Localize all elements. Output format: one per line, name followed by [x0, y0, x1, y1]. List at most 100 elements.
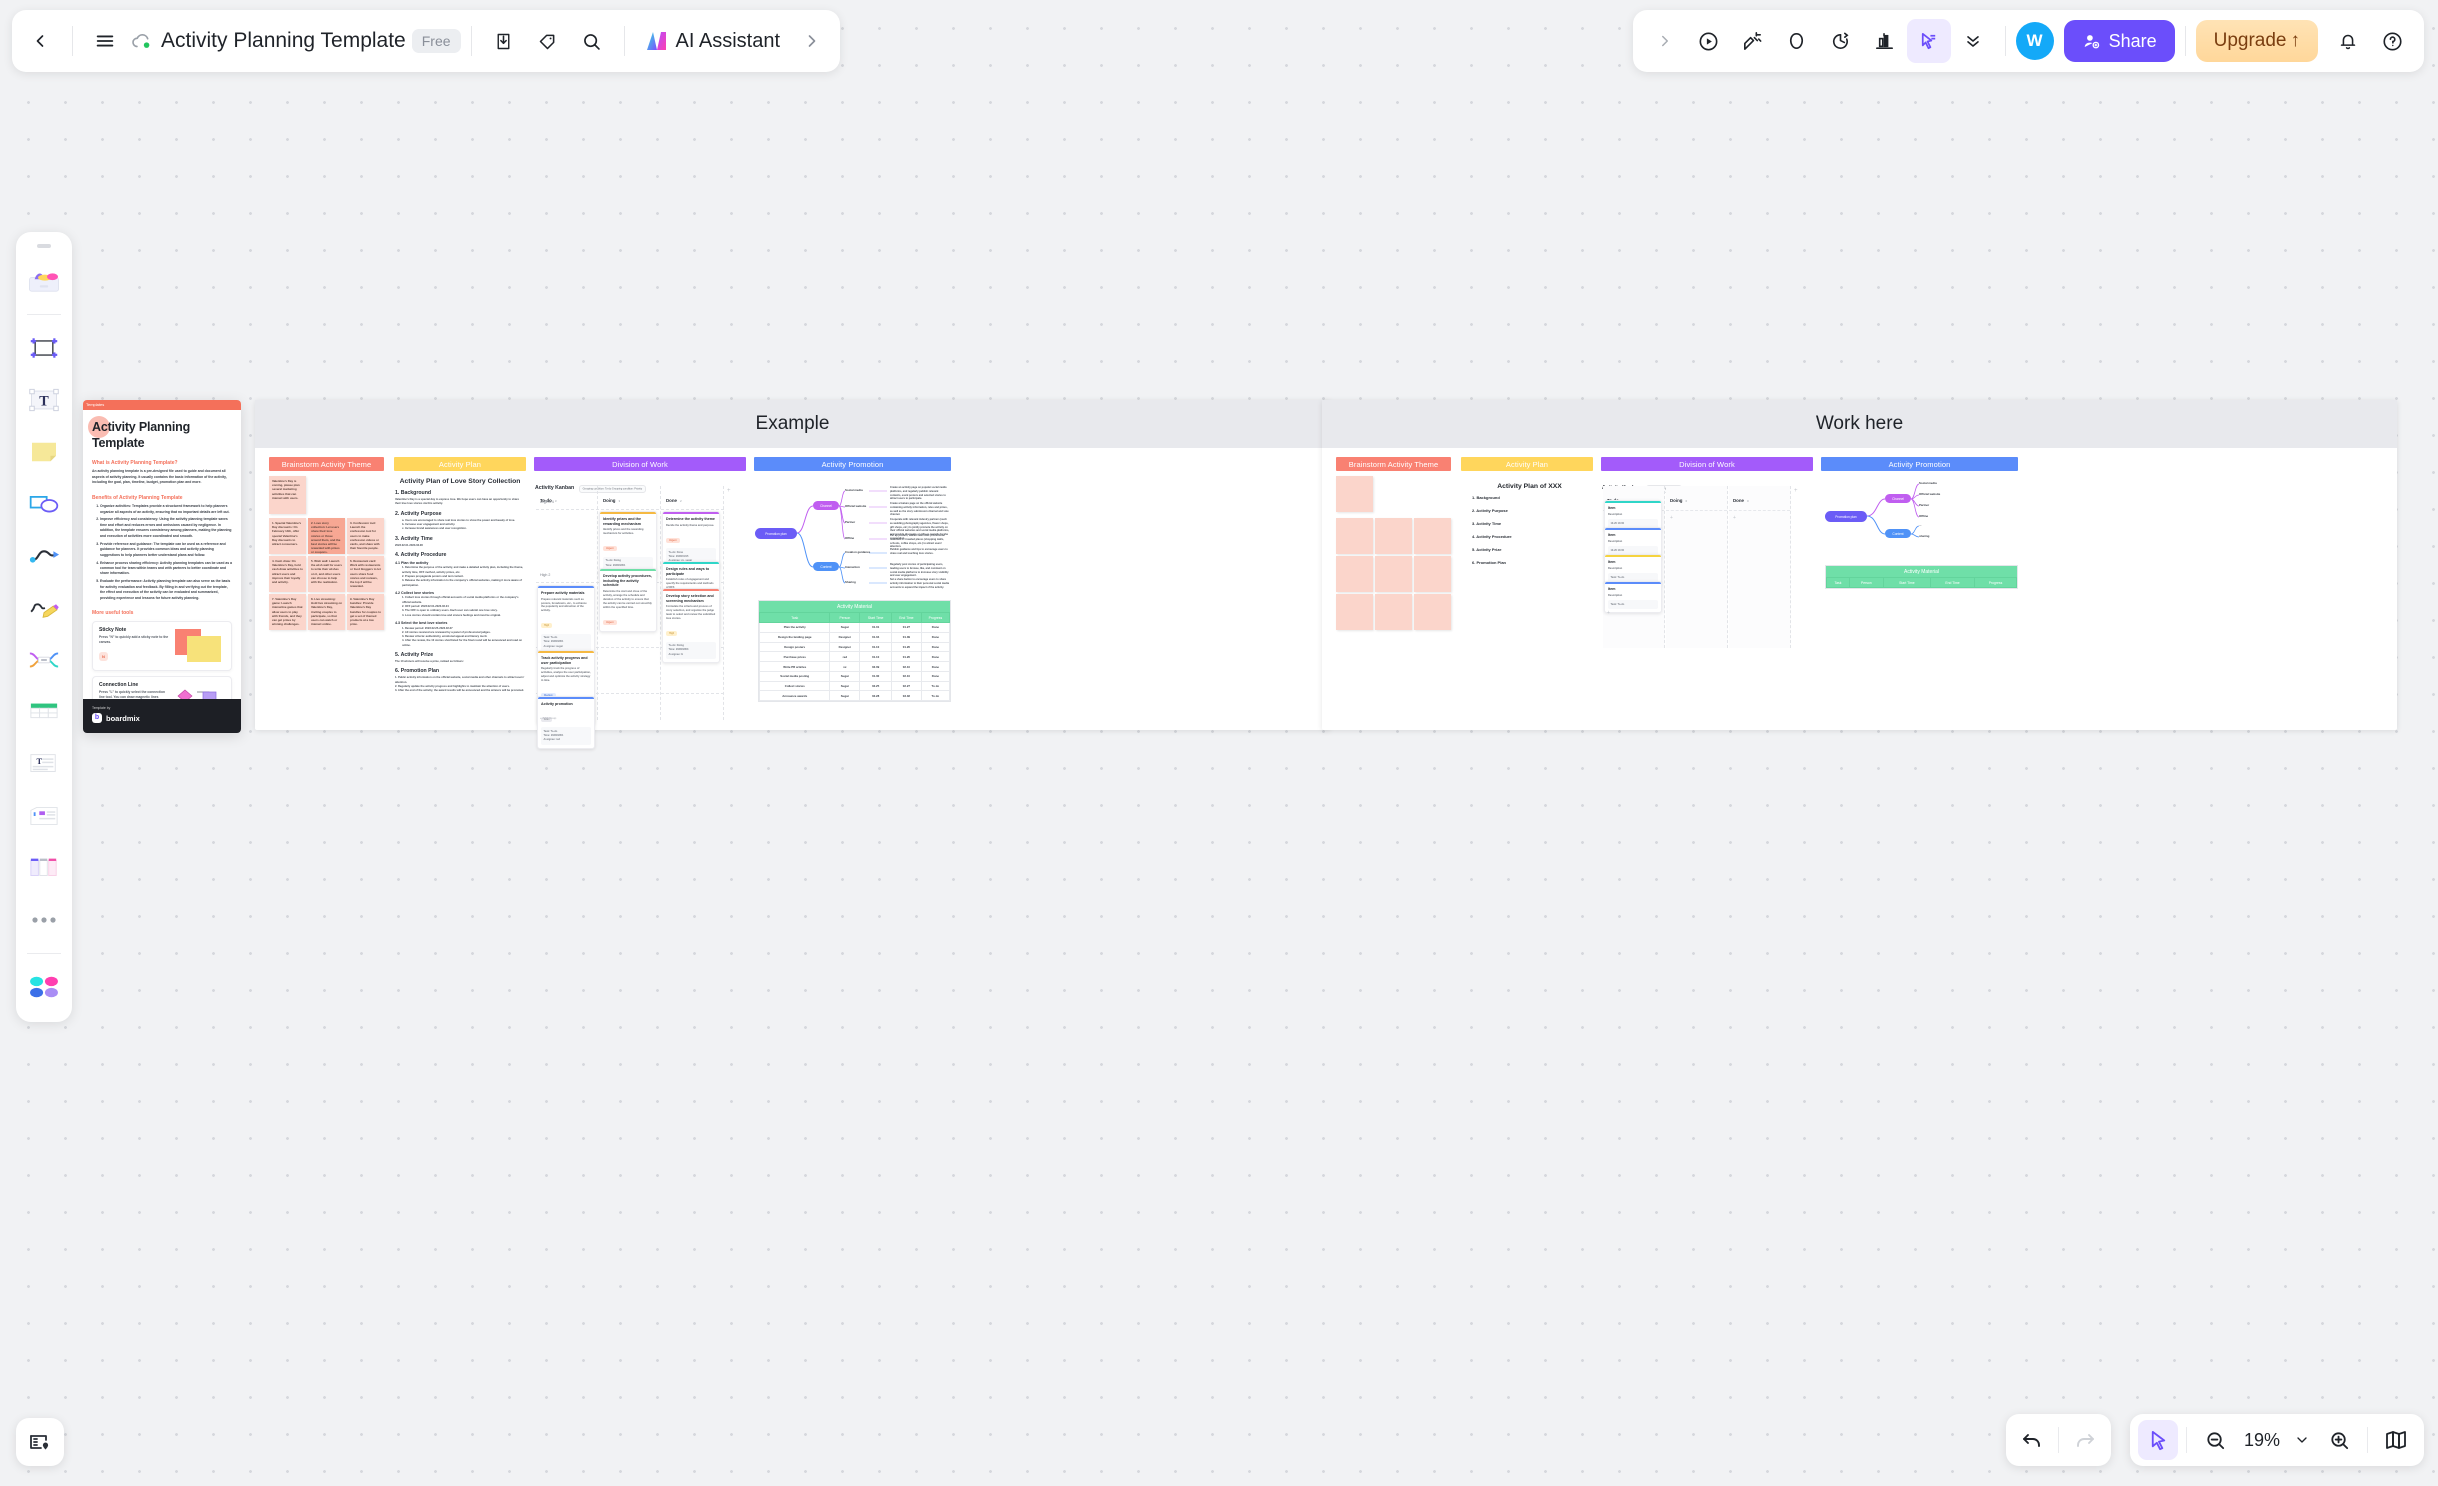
promotion-plan-mindmap[interactable]: Promotion planChannelSocial mediaCreate … [755, 476, 951, 596]
kanban-group-label[interactable]: High 2 [540, 573, 550, 577]
plan-outline-item[interactable]: 4. Activity Procedure [1472, 534, 1587, 539]
plan-outline-item[interactable]: 2. Activity Purpose [1472, 508, 1587, 513]
table-cell[interactable]: 02.27 [892, 681, 922, 691]
kanban-group-label[interactable]: Urgent 4 [540, 500, 554, 504]
frame-icon[interactable] [21, 325, 67, 371]
mindmap-leaf-label[interactable]: Offline [845, 536, 854, 540]
mindmap-leaf-label[interactable]: Sharing [845, 580, 856, 584]
connector-icon[interactable] [21, 533, 67, 579]
pen-icon[interactable] [21, 585, 67, 631]
table-row[interactable]: Design postersDesigner01.1001.20Done [760, 642, 950, 652]
sticky-note[interactable]: 7. Valentine's Day game: Launch interact… [269, 594, 306, 630]
sticky-note-empty[interactable] [1336, 594, 1373, 630]
upgrade-button[interactable]: Upgrade ↑ [2196, 20, 2318, 62]
avatar[interactable]: W [2016, 22, 2054, 60]
table-cell[interactable]: 01.20 [892, 642, 922, 652]
mindmap-branch-node[interactable]: Channel [1885, 494, 1911, 503]
collapse-left-button[interactable] [1643, 19, 1687, 63]
timer-icon[interactable] [1819, 19, 1863, 63]
table-cell[interactable]: Sugar [830, 681, 860, 691]
mindmap-icon[interactable] [21, 637, 67, 683]
kanban-card[interactable]: Develop story selection and screening me… [662, 588, 720, 663]
table-cell[interactable]: Plan the activity [760, 623, 830, 633]
kanban-column[interactable]: Doing0+ [1666, 486, 1728, 648]
mindmap-branch-node[interactable]: Content [813, 562, 839, 571]
chevron-double-down-icon[interactable] [1951, 19, 1995, 63]
plan-outline-item[interactable]: 3. Activity Time [1472, 521, 1587, 526]
menu-button[interactable] [83, 19, 127, 63]
pages-button[interactable] [2376, 1420, 2416, 1460]
zoom-dropdown-button[interactable] [2289, 1420, 2315, 1460]
table-cell[interactable]: 01.27 [892, 623, 922, 633]
kanban-card[interactable]: Develop activity procedures, including t… [599, 568, 657, 632]
expand-right-button[interactable] [790, 19, 834, 63]
table-cell[interactable]: Collect stories [760, 681, 830, 691]
redo-button[interactable] [2065, 1420, 2105, 1460]
sticky-note[interactable]: 5. Wish wall: Launch the wish wall for u… [308, 556, 345, 592]
mindmap-leaf-label[interactable]: Creation guidance [845, 550, 870, 554]
help-icon[interactable] [2370, 19, 2414, 63]
document-title[interactable]: Activity Planning Template [161, 29, 406, 53]
table-cell[interactable]: Social media posting [760, 671, 830, 681]
kanban-add-card-button[interactable]: + [1670, 515, 1727, 521]
table-cell[interactable]: Done [921, 623, 949, 633]
sticky-note[interactable]: 4. Cash draw: On Valentine's Day, hold c… [269, 556, 306, 592]
kanban-add-card-button[interactable]: + [1733, 515, 1790, 521]
table-cell[interactable]: 02.09 [860, 662, 892, 672]
table-cell[interactable]: 01.20 [892, 652, 922, 662]
mindmap-branch-node[interactable]: Channel [813, 501, 839, 510]
mindmap-leaf-label[interactable]: Partner [1919, 503, 1929, 507]
share-button[interactable]: Share [2064, 20, 2175, 62]
frame-work-here[interactable]: Work here Brainstorm Activity Theme Acti… [1322, 400, 2397, 730]
table-row[interactable]: Purchase prizesred01.1001.20Done [760, 652, 950, 662]
document-icon[interactable]: T [21, 741, 67, 787]
mindmap-leaf-label[interactable]: sharing [1919, 534, 1929, 538]
shape-icon[interactable] [21, 481, 67, 527]
table-cell[interactable]: Design the landing page [760, 632, 830, 642]
cursor-share-icon[interactable] [1907, 19, 1951, 63]
table-cell[interactable]: Designer [830, 632, 860, 642]
zoom-out-button[interactable] [2195, 1420, 2235, 1460]
select-tool-button[interactable] [2138, 1420, 2178, 1460]
kanban-add-column-button[interactable]: + [727, 488, 731, 494]
mindmap-leaf-label[interactable]: Social media [1919, 481, 1937, 485]
zoom-level-value[interactable]: 19% [2239, 1430, 2285, 1451]
table-cell[interactable]: Design posters [760, 642, 830, 652]
mindmap-leaf-label[interactable]: Offline [1919, 514, 1928, 518]
template-preview-card[interactable]: Templates Activity Planning Template Wha… [83, 400, 241, 733]
kanban-card[interactable]: ItemDescriptionTask: To-do [1604, 581, 1662, 613]
activity-material-table[interactable]: Activity Material TaskPersonStart TimeEn… [758, 600, 951, 702]
table-cell[interactable]: 01.30 [860, 671, 892, 681]
table-row[interactable]: Design the landing pageDesigner01.0401.0… [760, 632, 950, 642]
undo-button[interactable] [2012, 1420, 2052, 1460]
sticky-note[interactable]: 2. Love story collection: Let users shar… [308, 518, 345, 554]
table-cell[interactable]: Designer [830, 642, 860, 652]
table-cell[interactable]: 01.01 [860, 623, 892, 633]
table-icon[interactable] [21, 689, 67, 735]
sticky-note-empty[interactable] [1375, 556, 1412, 592]
sticky-note[interactable]: 3. Confession tool: Launch the confessio… [347, 518, 384, 554]
mindmap-leaf-label[interactable]: Partner [845, 520, 855, 524]
kanban-column[interactable]: Done0+ [1729, 486, 1791, 648]
table-row[interactable]: Plan the activitySugar01.0101.27Done [760, 623, 950, 633]
sticky-note-empty[interactable] [1336, 518, 1373, 554]
table-cell[interactable]: Sugar [830, 623, 860, 633]
mindmap-leaf-label[interactable]: Interaction [845, 565, 860, 569]
plan-outline-item[interactable]: 5. Activity Prize [1472, 547, 1587, 552]
kanban-add-column-button[interactable]: + [1794, 488, 1798, 494]
table-cell[interactable]: 02.25 [860, 681, 892, 691]
kanban-card[interactable]: Prepare activity materialsPrepare releva… [537, 585, 595, 655]
sticky-note-empty[interactable] [1336, 476, 1373, 512]
search-icon[interactable] [570, 19, 614, 63]
sticky-note[interactable]: 1. Special Valentine's Day discounts: On… [269, 518, 306, 554]
table-cell[interactable]: Sugar [830, 691, 860, 701]
plan-outline-item[interactable]: 6. Promotion Plan [1472, 560, 1587, 565]
mindmap-leaf-label[interactable]: Social media [845, 488, 863, 492]
kanban-card[interactable]: Activity promotionLowTask: To-doTime: 20… [537, 696, 595, 749]
sticky-note-lead[interactable]: Valentine's Day is coming, please plan s… [269, 476, 306, 514]
sticky-note[interactable]: 6. Restaurant card: Work with restaurant… [347, 556, 384, 592]
kanban-icon[interactable] [21, 845, 67, 891]
table-cell[interactable]: 03.02 [892, 691, 922, 701]
table-cell[interactable]: Done [921, 642, 949, 652]
sticky-note[interactable]: 8. Live streaming: Hold live streaming o… [308, 594, 345, 630]
